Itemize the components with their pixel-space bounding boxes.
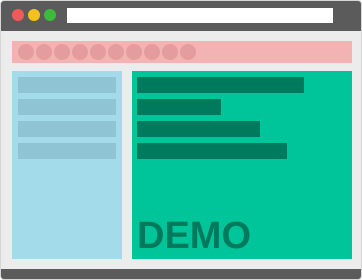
nav-bar bbox=[12, 41, 352, 63]
nav-item-circle[interactable] bbox=[162, 44, 178, 60]
content-line bbox=[137, 121, 260, 137]
nav-item-circle[interactable] bbox=[126, 44, 142, 60]
address-bar[interactable] bbox=[67, 8, 333, 23]
nav-item-circle[interactable] bbox=[54, 44, 70, 60]
content-line bbox=[137, 99, 221, 115]
content-line bbox=[137, 143, 287, 159]
maximize-dot-icon[interactable] bbox=[44, 9, 56, 21]
browser-window: DEMO bbox=[0, 0, 362, 280]
close-dot-icon[interactable] bbox=[12, 9, 24, 21]
nav-item-circle[interactable] bbox=[180, 44, 196, 60]
sidebar-item[interactable] bbox=[18, 121, 116, 137]
nav-item-circle[interactable] bbox=[90, 44, 106, 60]
sidebar-item[interactable] bbox=[18, 143, 116, 159]
demo-label: DEMO bbox=[137, 215, 251, 257]
content-line bbox=[137, 77, 304, 93]
minimize-dot-icon[interactable] bbox=[28, 9, 40, 21]
nav-item-circle[interactable] bbox=[72, 44, 88, 60]
title-bar bbox=[1, 1, 361, 31]
main-content: DEMO bbox=[132, 71, 352, 259]
nav-item-circle[interactable] bbox=[144, 44, 160, 60]
footer-bar bbox=[1, 269, 361, 279]
sidebar-item[interactable] bbox=[18, 77, 116, 93]
nav-item-circle[interactable] bbox=[36, 44, 52, 60]
nav-item-circle[interactable] bbox=[18, 44, 34, 60]
nav-item-circle[interactable] bbox=[108, 44, 124, 60]
sidebar-item[interactable] bbox=[18, 99, 116, 115]
sidebar bbox=[12, 71, 122, 259]
page-area: DEMO bbox=[1, 31, 361, 271]
